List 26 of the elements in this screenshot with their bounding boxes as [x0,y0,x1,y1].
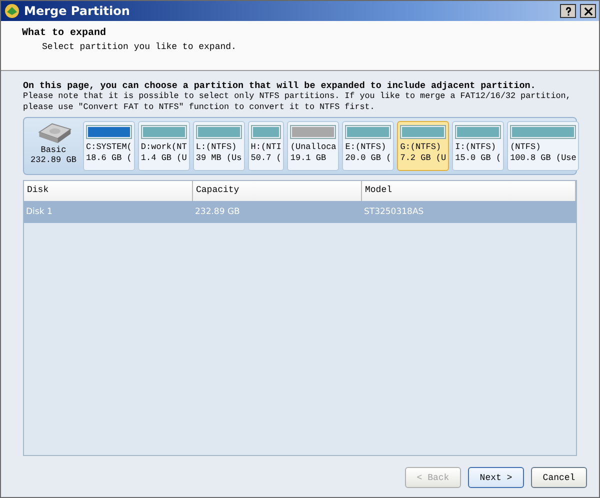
close-icon [584,6,592,16]
column-header[interactable]: Model [362,181,576,201]
disk-type: Basic [40,145,66,155]
app-icon [4,3,20,19]
step-title: What to expand [22,28,108,39]
wizard-button[interactable]: Next > [468,467,524,488]
close-button[interactable] [580,4,596,18]
step-subtitle: Select partition you like to expand. [42,42,238,52]
intro-note: Please note that it is possible to select only NTFS partitions. If you like to merge a FAT12/16/32 partition, please use "Convert FAT to NTFS" function to convert it to NTFS first. [23,91,572,113]
partition-block[interactable]: L:(NTFS) 39 MB (Us [192,121,245,171]
partition-block[interactable]: I:(NTFS) 15.0 GB ( [452,121,504,171]
window-title: Merge Partition [24,4,130,18]
disk-size: 232.89 GB [30,155,76,165]
partition-block[interactable]: E:(NTFS) 20.0 GB ( [342,121,394,171]
partition-block[interactable]: H:(NTI 50.7 ( [248,121,284,171]
partition-block[interactable]: (NTFS) 100.8 GB (Use [507,121,580,171]
partition-block[interactable]: G:(NTFS) 7.2 GB (U [397,121,450,171]
partition-block[interactable]: C:SYSTEM( 18.6 GB ( [83,121,135,171]
partition-block[interactable]: (Unalloca 19.1 GB [287,121,340,171]
wizard-button[interactable]: Cancel [531,467,587,488]
column-header[interactable]: Capacity [193,181,362,201]
intro-heading: On this page, you can choose a partition that will be expanded to include adjacent partition. [23,80,537,91]
help-button[interactable] [560,4,576,18]
column-header[interactable]: Disk [24,181,193,201]
partition-block[interactable]: D:work(NT 1.4 GB (U [138,121,190,171]
help-icon [564,6,572,16]
